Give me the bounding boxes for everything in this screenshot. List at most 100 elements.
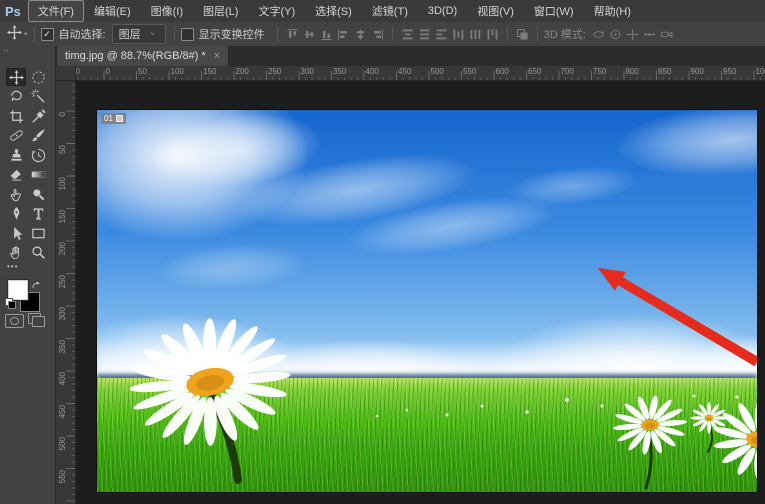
gradient-tool[interactable] [28,166,48,184]
panel-grip[interactable]: '' [4,48,9,58]
menu-item[interactable]: 文件(F) [28,0,84,22]
ruler-label: 650 [528,67,541,76]
3d-roll-icon[interactable] [608,27,623,42]
quick-selection-tool[interactable] [28,88,48,106]
menu-item[interactable]: 视图(V) [467,0,524,22]
path-selection-tool[interactable] [6,224,26,242]
zoom-tool[interactable] [28,244,48,262]
ruler-major-ticks [66,80,75,504]
align-left-edges-icon[interactable] [336,27,351,42]
align-bottom-edges-icon[interactable] [319,27,334,42]
ruler-label: 900 [691,67,704,76]
menu-item[interactable]: 选择(S) [305,0,362,22]
clone-stamp-tool[interactable] [6,146,26,164]
pen-tool[interactable] [6,205,26,223]
screen-mode-button[interactable] [28,313,44,326]
swap-colors-icon[interactable] [31,277,41,287]
ruler-label: 0 [106,67,110,76]
distribute-bottom-edges-icon[interactable] [434,27,449,42]
ruler-label: 250 [58,275,67,288]
ruler-label: 450 [398,67,411,76]
eraser-tool[interactable] [6,166,26,184]
eyedropper-tool[interactable] [28,107,48,125]
small-flower [376,415,379,418]
brush-tool[interactable] [28,127,48,145]
menu-item[interactable]: 帮助(H) [584,0,641,22]
lasso-tool[interactable] [6,88,26,106]
menu-item[interactable]: 图像(I) [141,0,193,22]
ruler-label: 600 [496,67,509,76]
ruler-label: 1000 [756,67,765,76]
foreground-color-swatch[interactable] [8,280,28,300]
edit-toolbar-button[interactable]: ••• [7,262,18,271]
distribute-right-edges-icon[interactable] [485,27,500,42]
tools-panel: '' ••• [0,46,56,504]
shape-tool[interactable] [28,224,48,242]
ruler-label: 950 [723,67,736,76]
show-transform-label: 显示变换控件 [199,26,265,42]
chevron-down-icon: ▾ [24,31,28,37]
vertical-ruler[interactable]: 50050100150200250300350400450500550 [55,80,76,504]
tool-preset-picker[interactable]: ▾ [7,25,28,43]
document-tab-title: timg.jpg @ 88.7%(RGB/8#) * [65,50,206,62]
spot-healing-tool[interactable] [6,127,26,145]
photoshop-window: { "app": { "logo_text": "Ps" }, "menubar… [0,0,765,504]
menu-item[interactable]: 编辑(E) [84,0,141,22]
history-brush-tool[interactable] [28,146,48,164]
3d-scale-icon[interactable] [659,27,674,42]
3d-mode-buttons [590,27,675,42]
smudge-tool[interactable] [6,185,26,203]
dropdown-value: 图层 [119,26,141,42]
divider [507,26,508,42]
small-flower [446,414,449,417]
ruler-label: 850 [658,67,671,76]
menu-item[interactable]: 3D(D) [418,2,467,20]
align-top-edges-icon[interactable] [285,27,300,42]
show-transform-checkbox[interactable] [181,28,194,41]
move-tool[interactable] [6,68,26,86]
ruler-label: 750 [593,67,606,76]
menu-item[interactable]: 文字(Y) [248,0,305,22]
type-tool[interactable] [28,205,48,223]
close-icon[interactable]: × [214,51,220,62]
menu-item[interactable]: 窗口(W) [524,0,584,22]
align-horizontal-centers-icon[interactable] [353,27,368,42]
default-colors-button[interactable] [5,298,16,309]
quick-mask-button[interactable] [5,314,24,328]
small-flower [735,395,738,398]
document-image[interactable]: 01 [97,110,757,492]
document-tab[interactable]: timg.jpg @ 88.7%(RGB/8#) * × [57,46,229,66]
menu-item[interactable]: 图层(L) [193,0,248,22]
divider [537,26,538,42]
auto-align-button[interactable] [514,27,531,42]
menubar-items: 文件(F)编辑(E)图像(I)图层(L)文字(Y)选择(S)滤镜(T)3D(D)… [28,0,641,22]
small-flower [640,399,643,402]
3d-drag-icon[interactable] [625,27,640,42]
auto-select-checkbox[interactable]: ✓ [41,28,54,41]
ruler-label: 700 [561,67,574,76]
small-flower [525,410,529,414]
3d-rotate-icon[interactable] [591,27,606,42]
distribute-vertical-centers-icon[interactable] [417,27,432,42]
divider [34,26,35,42]
menu-item[interactable]: 滤镜(T) [362,0,418,22]
distribute-left-edges-icon[interactable] [451,27,466,42]
distribute-top-edges-icon[interactable] [400,27,415,42]
distribute-horizontal-centers-icon[interactable] [468,27,483,42]
daisy-flower [706,393,757,487]
hand-tool[interactable] [6,244,26,262]
ruler-label: 250 [268,67,281,76]
distribute-buttons [399,27,501,42]
dodge-tool[interactable] [28,185,48,203]
align-vertical-centers-icon[interactable] [302,27,317,42]
canvas-pasteboard[interactable]: 01 [75,80,765,504]
ruler-label: 500 [58,437,67,450]
horizontal-ruler[interactable]: 5005010015020025030035040045050055060065… [55,66,765,81]
crop-tool[interactable] [6,107,26,125]
3d-slide-icon[interactable] [642,27,657,42]
auto-select-target-dropdown[interactable]: 图层 ˅ [112,24,166,44]
align-right-edges-icon[interactable] [370,27,385,42]
ruler-label: 300 [58,307,67,320]
auto-align-layers-icon[interactable] [515,27,530,42]
marquee-tool[interactable] [28,68,48,86]
